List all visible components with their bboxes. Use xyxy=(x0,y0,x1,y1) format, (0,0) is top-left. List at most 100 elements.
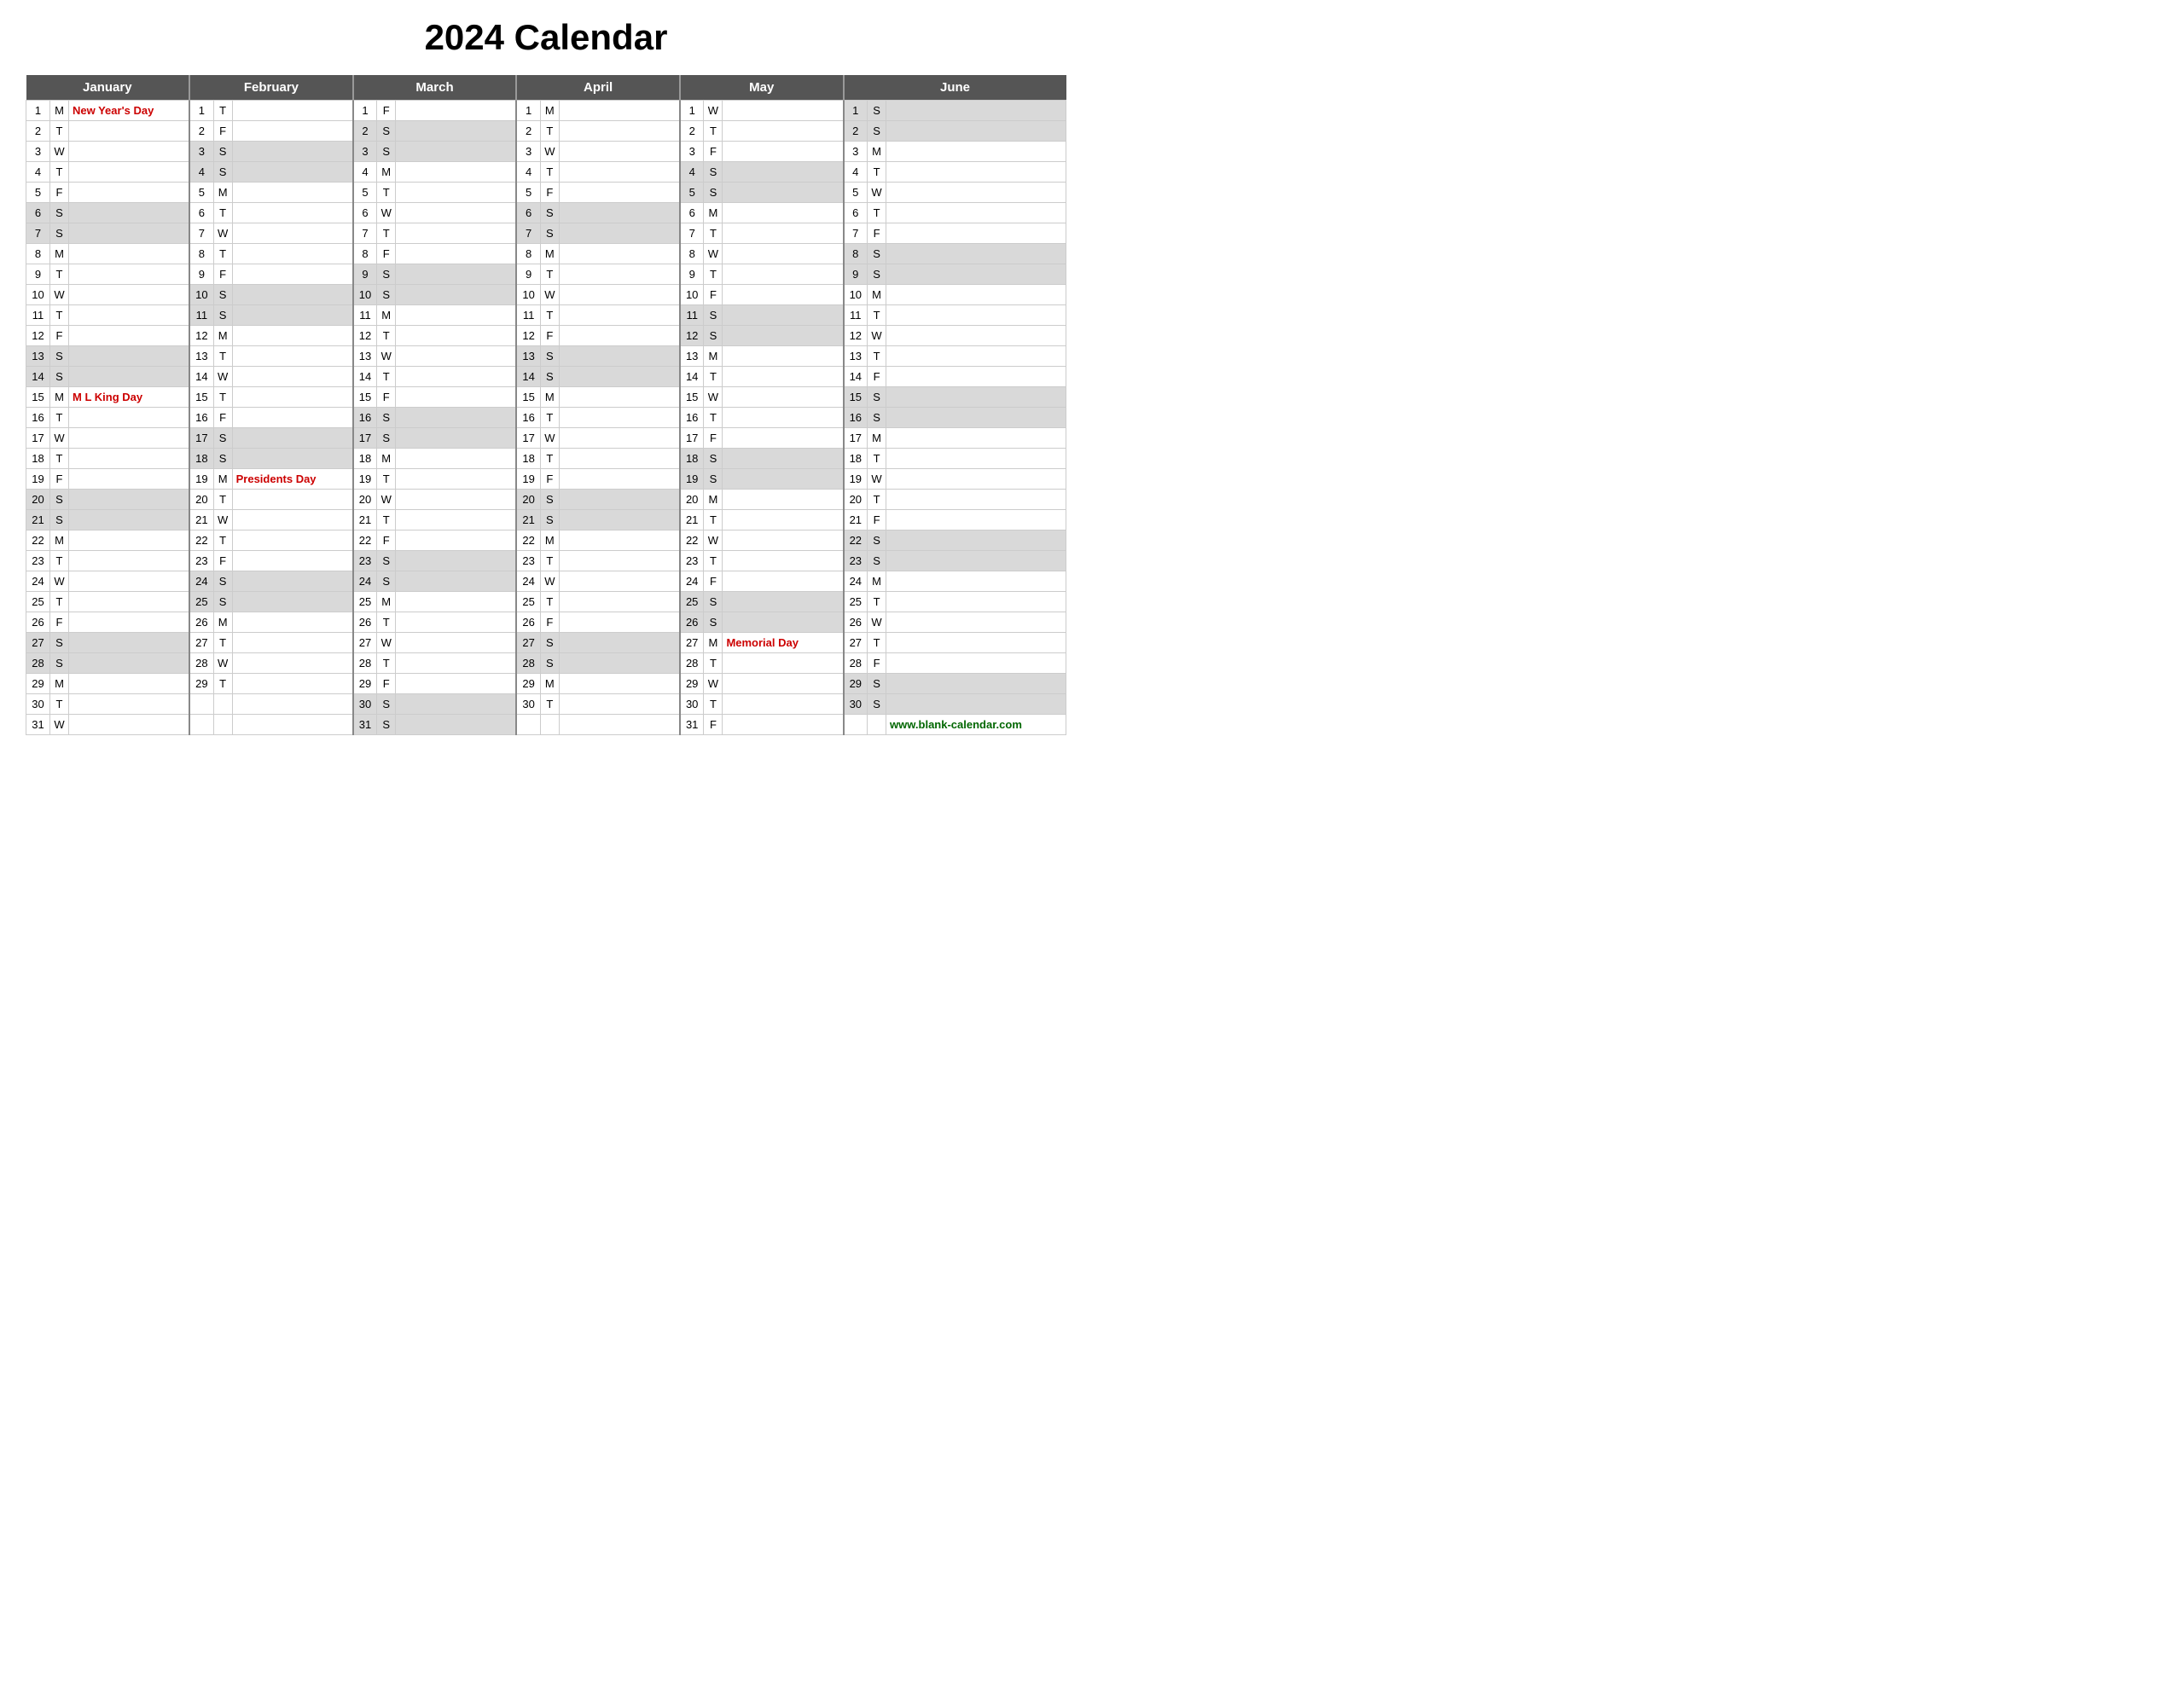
day-num: 10 xyxy=(844,285,868,305)
day-num: 20 xyxy=(26,490,50,510)
day-letter: T xyxy=(50,121,69,142)
day-num: 20 xyxy=(680,490,704,510)
day-letter: S xyxy=(868,244,886,264)
day-num: 13 xyxy=(353,346,377,367)
event-cell xyxy=(232,592,353,612)
day-num: 23 xyxy=(189,551,213,571)
day-letter: W xyxy=(868,326,886,346)
day-num: 5 xyxy=(516,183,540,203)
day-num: 18 xyxy=(353,449,377,469)
day-letter: S xyxy=(704,612,723,633)
day-num: 9 xyxy=(189,264,213,285)
event-cell xyxy=(69,367,190,387)
day-num: 14 xyxy=(189,367,213,387)
day-num: 5 xyxy=(844,183,868,203)
day-num: 19 xyxy=(844,469,868,490)
event-cell xyxy=(723,449,844,469)
event-cell xyxy=(723,551,844,571)
event-cell xyxy=(886,326,1066,346)
day-num: 12 xyxy=(680,326,704,346)
day-num: 6 xyxy=(189,203,213,223)
event-cell xyxy=(559,694,680,715)
event-cell xyxy=(723,244,844,264)
day-num: 1 xyxy=(26,101,50,121)
day-letter: F xyxy=(704,428,723,449)
event-cell xyxy=(396,490,517,510)
day-num: 27 xyxy=(680,633,704,653)
day-num: 22 xyxy=(353,530,377,551)
day-num: 14 xyxy=(680,367,704,387)
event-cell xyxy=(559,203,680,223)
event-cell xyxy=(232,612,353,633)
day-num: 9 xyxy=(680,264,704,285)
event-cell xyxy=(69,326,190,346)
day-num: 22 xyxy=(26,530,50,551)
event-cell xyxy=(559,264,680,285)
event-cell xyxy=(232,674,353,694)
day-num: 17 xyxy=(680,428,704,449)
day-letter: M xyxy=(540,101,559,121)
day-letter: S xyxy=(540,203,559,223)
day-num: 5 xyxy=(189,183,213,203)
day-num: 8 xyxy=(844,244,868,264)
event-cell xyxy=(723,264,844,285)
event-cell xyxy=(69,551,190,571)
day-letter: T xyxy=(213,530,232,551)
event-cell xyxy=(396,142,517,162)
day-letter: M xyxy=(868,285,886,305)
day-letter: M xyxy=(50,530,69,551)
day-letter: S xyxy=(540,223,559,244)
holiday-label: New Year's Day xyxy=(73,104,154,117)
day-num: 1 xyxy=(844,101,868,121)
day-num: 11 xyxy=(844,305,868,326)
event-cell xyxy=(396,551,517,571)
day-letter: W xyxy=(377,203,396,223)
day-num: 16 xyxy=(189,408,213,428)
event-cell xyxy=(886,428,1066,449)
day-letter: S xyxy=(704,183,723,203)
holiday-label: Memorial Day xyxy=(726,636,799,649)
day-letter: S xyxy=(868,551,886,571)
day-num: 26 xyxy=(844,612,868,633)
day-num: 9 xyxy=(26,264,50,285)
day-letter: W xyxy=(540,428,559,449)
day-num: 2 xyxy=(680,121,704,142)
event-cell xyxy=(232,449,353,469)
day-num: 11 xyxy=(189,305,213,326)
header-june: June xyxy=(844,75,1066,101)
event-cell: www.blank-calendar.com xyxy=(886,715,1066,735)
day-letter: M xyxy=(377,592,396,612)
event-cell xyxy=(232,387,353,408)
day-num: 18 xyxy=(516,449,540,469)
event-cell xyxy=(232,346,353,367)
day-num: 8 xyxy=(353,244,377,264)
event-cell xyxy=(396,121,517,142)
event-cell xyxy=(723,346,844,367)
day-num: 13 xyxy=(516,346,540,367)
day-letter: W xyxy=(213,223,232,244)
day-num: 17 xyxy=(516,428,540,449)
day-num: 8 xyxy=(26,244,50,264)
day-num: 10 xyxy=(26,285,50,305)
day-letter: F xyxy=(704,571,723,592)
event-cell xyxy=(396,428,517,449)
day-num: 1 xyxy=(353,101,377,121)
event-cell xyxy=(232,326,353,346)
day-letter: M xyxy=(213,469,232,490)
day-letter: F xyxy=(377,101,396,121)
event-cell xyxy=(69,469,190,490)
event-cell xyxy=(396,183,517,203)
event-cell xyxy=(232,551,353,571)
day-num: 8 xyxy=(680,244,704,264)
day-letter: S xyxy=(213,571,232,592)
day-letter: S xyxy=(540,367,559,387)
event-cell xyxy=(723,285,844,305)
event-cell xyxy=(723,694,844,715)
event-cell xyxy=(559,387,680,408)
day-letter: F xyxy=(704,715,723,735)
day-letter: M xyxy=(377,449,396,469)
event-cell xyxy=(396,162,517,183)
event-cell xyxy=(559,326,680,346)
day-letter: W xyxy=(213,653,232,674)
event-cell xyxy=(69,633,190,653)
